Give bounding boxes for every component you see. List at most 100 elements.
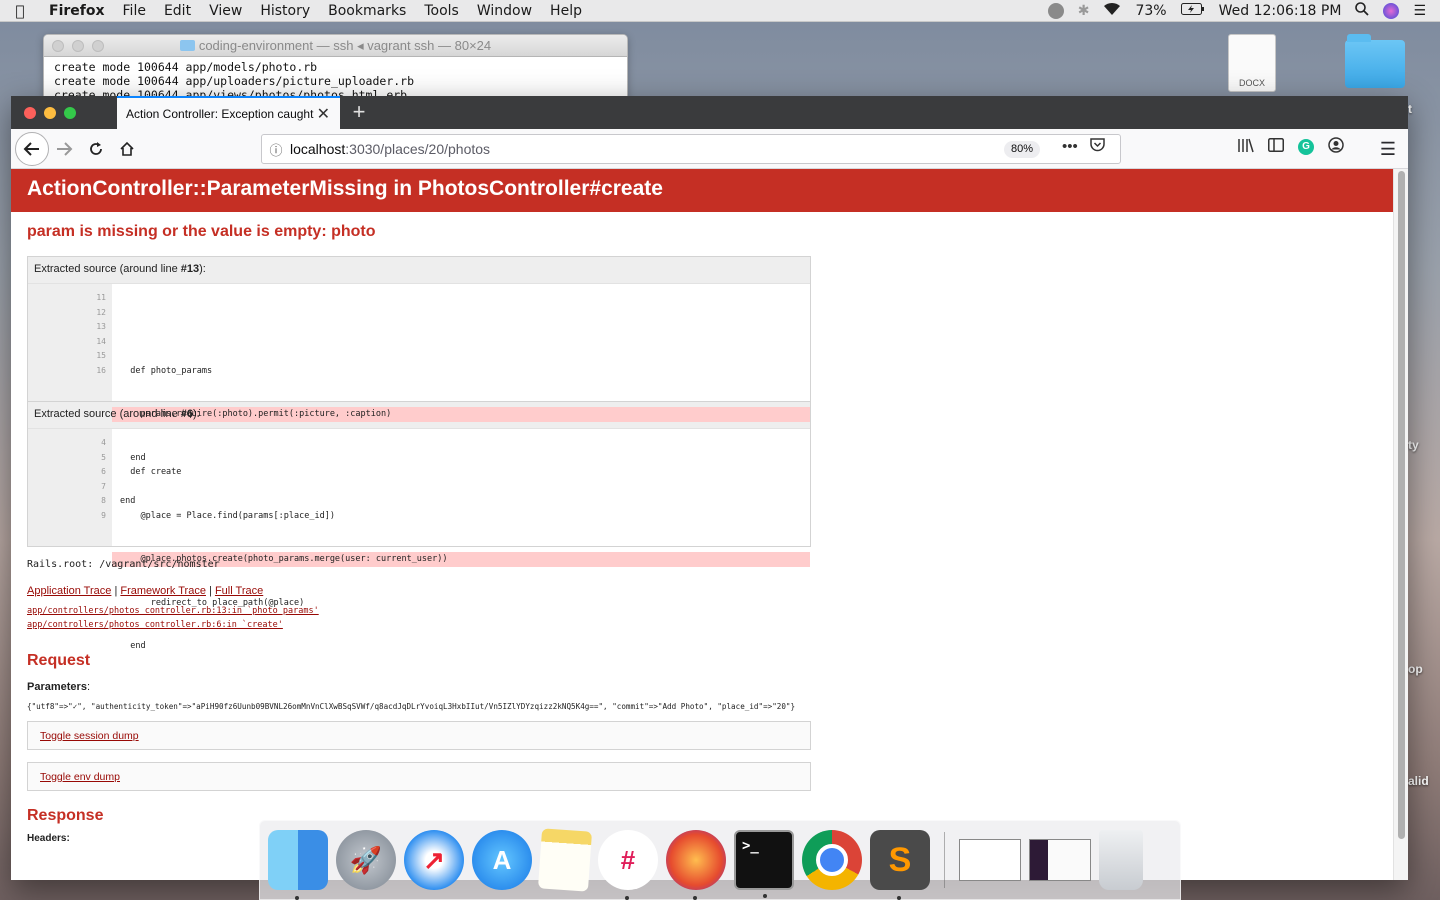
error-message: param is missing or the value is empty: … (27, 223, 376, 240)
parameters-label-text: Parameters (27, 681, 87, 693)
dock-notes-icon[interactable] (537, 828, 593, 892)
siri-icon[interactable] (1383, 2, 1400, 19)
dock: 🚀 ↗ A # >_ S (259, 820, 1181, 900)
sidebar-icon[interactable] (1268, 138, 1284, 156)
desktop-folder-icon[interactable] (1345, 34, 1405, 88)
terminal-titlebar[interactable]: coding-environment — ssh ◂ vagrant ssh —… (44, 35, 627, 57)
desktop-label: t (1408, 102, 1412, 116)
line-numbers: 11 12 13 14 15 16 (28, 284, 112, 401)
status-app-icon[interactable] (1047, 2, 1064, 19)
clock[interactable]: Wed 12:06:18 PM (1219, 3, 1342, 19)
source-heading-prefix: Extracted source (around line (34, 408, 181, 420)
desktop-label: op (1408, 662, 1423, 676)
home-button[interactable] (112, 135, 142, 163)
source-heading-prefix: Extracted source (around line (34, 263, 181, 275)
page-actions-icon[interactable]: ••• (1062, 138, 1078, 156)
menu-window[interactable]: Window (468, 3, 541, 19)
tab-title: Action Controller: Exception caught (126, 106, 314, 121)
menu-app-firefox[interactable]: Firefox (40, 3, 114, 19)
source-heading-suffix: ): (193, 408, 200, 420)
tab-strip: Action Controller: Exception caught ✕ + (11, 96, 1408, 129)
menu-bookmarks[interactable]: Bookmarks (319, 3, 415, 19)
parameters-colon: : (86, 681, 90, 693)
error-title: ActionController::ParameterMissing in Ph… (11, 169, 1393, 212)
line-number: 14 (96, 336, 106, 346)
reload-button[interactable] (81, 135, 111, 163)
framework-trace-link[interactable]: Framework Trace (120, 585, 206, 597)
folder-icon (179, 39, 195, 51)
bluetooth-icon[interactable]: ✱ (1078, 3, 1090, 19)
url-actions: ••• (1062, 138, 1105, 156)
line-number: 16 (96, 365, 106, 375)
dock-safari-icon[interactable]: ↗ (404, 830, 464, 890)
close-window-button[interactable] (24, 107, 36, 119)
line-number: 5 (101, 452, 106, 462)
dock-terminal-icon[interactable]: >_ (734, 830, 794, 898)
line-number: 13 (96, 322, 106, 331)
menu-help[interactable]: Help (541, 3, 591, 19)
trace-separator: | (205, 585, 215, 597)
menu-view[interactable]: View (200, 3, 251, 19)
error-page: ActionController::ParameterMissing in Ph… (11, 169, 1393, 880)
running-indicator (295, 896, 299, 900)
desktop-label: alid (1408, 774, 1429, 788)
new-tab-button[interactable]: + (347, 100, 371, 124)
battery-icon[interactable] (1180, 2, 1205, 19)
menu-edit[interactable]: Edit (155, 3, 200, 19)
toggle-session-dump-link[interactable]: Toggle session dump (40, 730, 139, 742)
minimize-window-button[interactable] (44, 107, 56, 119)
line-number: 7 (101, 481, 106, 491)
trace-item[interactable]: app/controllers/photos_controller.rb:13:… (27, 606, 319, 616)
menu-file[interactable]: File (114, 3, 155, 19)
desktop-docx-file[interactable]: DOCX (1228, 34, 1276, 92)
running-indicator (625, 896, 629, 900)
battery-percent[interactable]: 73% (1135, 3, 1166, 19)
site-info-icon[interactable]: ⓘ (262, 140, 290, 159)
pocket-icon[interactable] (1090, 138, 1105, 156)
code-line: end (120, 641, 146, 651)
scrollbar-thumb[interactable] (1398, 171, 1405, 839)
account-icon[interactable] (1328, 137, 1344, 157)
dock-sublime-text-icon[interactable]: S (870, 830, 930, 900)
forward-button[interactable] (49, 135, 79, 163)
close-tab-icon[interactable]: ✕ (317, 104, 330, 124)
zoom-window-button[interactable] (64, 107, 76, 119)
trace-item[interactable]: app/controllers/photos_controller.rb:6:i… (27, 620, 283, 630)
toolbar-right: G (1237, 137, 1344, 157)
library-icon[interactable] (1237, 138, 1254, 157)
toggle-env-dump-link[interactable]: Toggle env dump (40, 771, 120, 783)
spotlight-search-icon[interactable] (1355, 1, 1370, 20)
dock-app-store-icon[interactable]: A (472, 830, 532, 890)
hamburger-menu-icon[interactable]: ☰ (1373, 135, 1403, 163)
firefox-window[interactable]: Action Controller: Exception caught ✕ + … (11, 96, 1408, 880)
dock-chrome-icon[interactable] (802, 830, 862, 890)
grammarly-icon[interactable]: G (1298, 139, 1314, 155)
code-lines: def photo_params params.require(:photo).… (112, 284, 810, 506)
terminal-line: create mode 100644 app/uploaders/picture… (54, 74, 415, 88)
dock-minimized-window-thumbnail[interactable] (959, 839, 1021, 881)
notification-center-icon[interactable]: ☰ (1413, 3, 1426, 19)
dock-launchpad-icon[interactable]: 🚀 (336, 830, 396, 890)
wifi-icon[interactable] (1103, 2, 1121, 20)
back-button[interactable] (15, 132, 49, 166)
code-line: def photo_params (120, 365, 213, 376)
dock-trash-icon[interactable] (1099, 830, 1143, 890)
terminal-title-text: coding-environment — ssh ◂ vagrant ssh —… (198, 37, 492, 53)
code-line: def create (120, 467, 182, 477)
full-trace-link[interactable]: Full Trace (215, 585, 263, 597)
menu-tools[interactable]: Tools (415, 3, 468, 19)
dock-minimized-window-thumbnail[interactable] (1029, 839, 1091, 881)
terminal-window[interactable]: coding-environment — ssh ◂ vagrant ssh —… (43, 34, 628, 104)
dock-finder-icon[interactable] (268, 830, 328, 900)
tab-action-controller[interactable]: Action Controller: Exception caught ✕ (117, 96, 340, 129)
url-bar[interactable]: ⓘ localhost:3030/places/20/photos 80% ••… (261, 134, 1121, 164)
application-trace-link[interactable]: Application Trace (27, 585, 111, 597)
dock-slack-icon[interactable]: # (598, 830, 658, 900)
dock-firefox-icon[interactable] (666, 830, 726, 900)
line-number: 15 (96, 351, 106, 360)
menu-history[interactable]: History (251, 3, 319, 19)
zoom-indicator[interactable]: 80% (1004, 141, 1041, 158)
apple-menu-icon[interactable]:  (0, 2, 40, 20)
page-scrollbar[interactable] (1393, 169, 1408, 880)
